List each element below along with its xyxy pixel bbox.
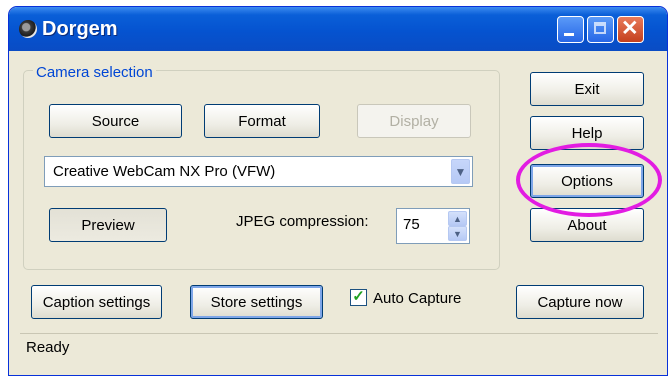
caption-settings-button[interactable]: Caption settings <box>31 285 162 319</box>
options-button[interactable]: Options <box>530 164 644 198</box>
title-bar[interactable]: Dorgem ✕ <box>9 7 667 51</box>
display-button[interactable]: Display <box>357 104 471 138</box>
help-button[interactable]: Help <box>530 116 644 150</box>
spin-down-icon[interactable]: ▼ <box>448 226 467 241</box>
close-icon: ✕ <box>621 17 639 40</box>
camera-selection-label: Camera selection <box>33 64 156 81</box>
maximize-button[interactable] <box>587 16 614 43</box>
jpeg-compression-label: JPEG compression: <box>236 213 369 230</box>
source-button[interactable]: Source <box>49 104 182 138</box>
auto-capture-checkbox[interactable]: ✓ <box>350 289 367 306</box>
exit-button[interactable]: Exit <box>530 72 644 106</box>
format-button[interactable]: Format <box>204 104 320 138</box>
close-button[interactable]: ✕ <box>617 16 644 43</box>
chevron-down-icon[interactable]: ▼ <box>451 159 470 184</box>
spin-up-icon[interactable]: ▲ <box>448 211 467 226</box>
maximize-icon <box>594 22 606 34</box>
about-button[interactable]: About <box>530 208 644 242</box>
auto-capture-label[interactable]: Auto Capture <box>373 290 461 307</box>
jpeg-compression-stepper[interactable]: 75 ▲ ▼ <box>396 208 470 244</box>
webcam-icon <box>19 20 37 38</box>
store-settings-button[interactable]: Store settings <box>190 285 323 319</box>
camera-dropdown-value: Creative WebCam NX Pro (VFW) <box>53 163 276 180</box>
camera-dropdown[interactable]: Creative WebCam NX Pro (VFW) ▼ <box>44 156 473 187</box>
status-text: Ready <box>26 339 70 356</box>
window-title: Dorgem <box>42 18 118 40</box>
minimize-icon <box>564 33 574 36</box>
capture-now-button[interactable]: Capture now <box>516 285 644 319</box>
jpeg-compression-value[interactable]: 75 <box>403 216 420 233</box>
preview-button[interactable]: Preview <box>49 208 167 242</box>
minimize-button[interactable] <box>557 16 584 43</box>
status-bar: Ready <box>20 333 658 364</box>
